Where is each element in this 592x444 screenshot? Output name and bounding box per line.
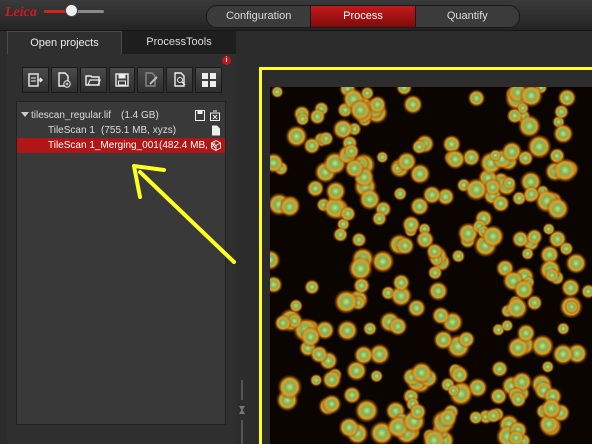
annotation-arrow — [132, 164, 236, 264]
